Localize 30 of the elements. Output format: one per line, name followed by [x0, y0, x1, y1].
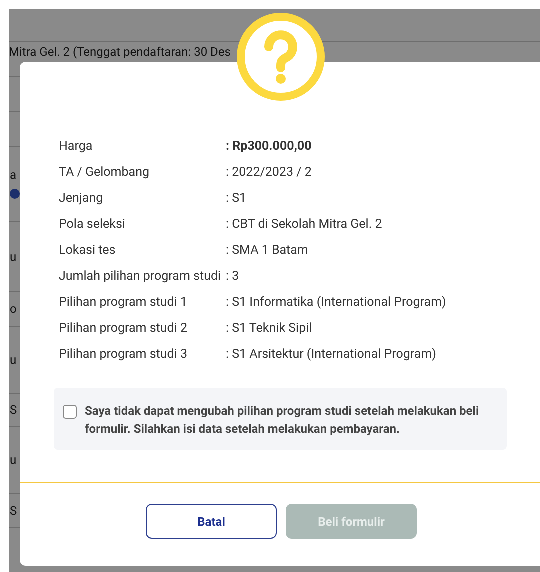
detail-label: Jumlah pilihan program studi: [59, 268, 222, 286]
detail-label: Pilihan program studi 3: [59, 346, 188, 364]
page-text: a: [10, 169, 17, 181]
page-text: u: [10, 454, 17, 466]
detail-label: TA / Gelombang: [59, 164, 151, 182]
page-text: o: [10, 303, 17, 315]
detail-value: : SMA 1 Batam: [226, 242, 308, 260]
checkbox[interactable]: [63, 405, 77, 419]
detail-label: Harga: [59, 138, 94, 156]
page-text: u: [10, 354, 17, 366]
detail-value: : S1 Informatika (International Program): [226, 294, 446, 312]
detail-value: : CBT di Sekolah Mitra Gel. 2: [226, 216, 382, 234]
detail-label: Pola seleksi: [59, 216, 126, 234]
page-text: u: [10, 250, 17, 262]
radio-button[interactable]: [10, 189, 20, 199]
agreement-text: Saya tidak dapat mengubah pilihan program studi setelah melakukan beli formulir. Silahkan isi data setelah melakukan pembayaran.: [85, 403, 480, 438]
page-text: S: [10, 504, 18, 516]
cancel-button[interactable]: Batal: [146, 504, 277, 539]
detail-value: : 2022/2023 / 2: [226, 164, 312, 182]
detail-value: : S1 Teknik Sipil: [226, 320, 312, 338]
detail-value: : S1 Arsitektur (International Program): [226, 346, 437, 364]
page-heading: Mitra Gel. 2 (Tenggat pendaftaran: 30 Des: [9, 45, 231, 59]
detail-value: : 3: [226, 268, 240, 286]
page-text: S: [10, 404, 18, 416]
detail-value: : Rp300.000,00: [226, 138, 312, 156]
detail-label: Pilihan program studi 2: [59, 320, 188, 338]
detail-value: : S1: [226, 190, 247, 208]
detail-label: Jenjang: [59, 190, 104, 208]
detail-label: Lokasi tes: [59, 242, 117, 260]
detail-label: Pilihan program studi 1: [59, 294, 188, 312]
